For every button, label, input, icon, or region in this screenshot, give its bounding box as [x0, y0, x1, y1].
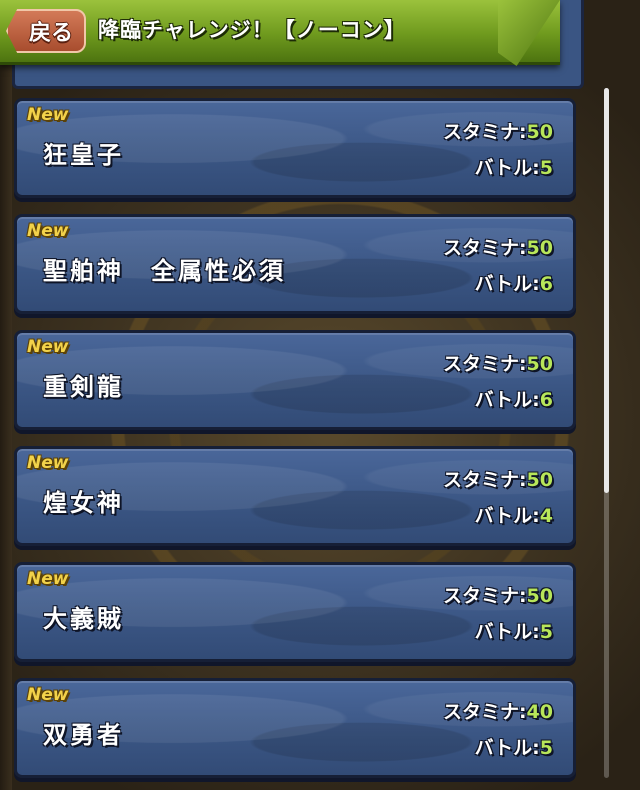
quest-card[interactable]: New 狂皇子 スタミナ:50 バトル:5: [14, 98, 576, 198]
page-title: 降臨チャレンジ！【ノーコン】: [98, 18, 406, 42]
quest-name: 重剣龍: [43, 373, 124, 401]
stamina-stat: スタミナ:50: [443, 349, 553, 376]
quest-name: 狂皇子: [43, 141, 124, 169]
battle-label: バトル:: [474, 505, 540, 527]
battle-value: 5: [539, 157, 553, 179]
back-button[interactable]: 戻る: [6, 9, 86, 53]
battle-stat: バトル:5: [475, 733, 553, 760]
stamina-stat: スタミナ:40: [443, 697, 553, 724]
stamina-label: スタミナ:: [442, 121, 527, 143]
new-badge: New: [27, 453, 69, 473]
battle-value: 5: [539, 621, 553, 643]
stamina-label: スタミナ:: [442, 469, 527, 491]
quest-card[interactable]: New 重剣龍 スタミナ:50 バトル:6: [14, 330, 576, 430]
quest-name: 大義賊: [43, 605, 124, 633]
scrollbar-thumb[interactable]: [604, 88, 609, 493]
battle-stat: バトル:5: [475, 617, 553, 644]
new-badge: New: [27, 569, 69, 589]
stamina-label: スタミナ:: [442, 237, 527, 259]
stamina-stat: スタミナ:50: [443, 465, 553, 492]
battle-label: バトル:: [474, 157, 540, 179]
quest-list: New 狂皇子 スタミナ:50 バトル:5 New 聖舶神 全属性必須 スタミナ…: [0, 0, 640, 790]
stamina-value: 40: [526, 701, 553, 723]
stamina-value: 50: [526, 121, 553, 143]
battle-value: 4: [539, 505, 553, 527]
battle-label: バトル:: [474, 389, 540, 411]
battle-value: 5: [539, 737, 553, 759]
battle-stat: バトル:4: [475, 501, 553, 528]
stamina-label: スタミナ:: [442, 585, 527, 607]
quest-name: 聖舶神 全属性必須: [43, 257, 286, 285]
stamina-value: 50: [526, 237, 553, 259]
quest-card[interactable]: New 双勇者 スタミナ:40 バトル:5: [14, 678, 576, 778]
battle-stat: バトル:6: [475, 269, 553, 296]
quest-card[interactable]: New 煌女神 スタミナ:50 バトル:4: [14, 446, 576, 546]
quest-name: 煌女神: [43, 489, 124, 517]
quest-card[interactable]: New 大義賊 スタミナ:50 バトル:5: [14, 562, 576, 662]
battle-value: 6: [539, 389, 553, 411]
new-badge: New: [27, 685, 69, 705]
stamina-stat: スタミナ:50: [443, 117, 553, 144]
battle-label: バトル:: [474, 737, 540, 759]
battle-stat: バトル:6: [475, 385, 553, 412]
stamina-value: 50: [526, 585, 553, 607]
stamina-stat: スタミナ:50: [443, 581, 553, 608]
stamina-label: スタミナ:: [442, 353, 527, 375]
stamina-label: スタミナ:: [442, 701, 527, 723]
battle-stat: バトル:5: [475, 153, 553, 180]
header-bar: 戻る 降臨チャレンジ！【ノーコン】: [0, 0, 560, 65]
quest-name: 双勇者: [43, 721, 124, 749]
new-badge: New: [27, 221, 69, 241]
quest-card[interactable]: New 聖舶神 全属性必須 スタミナ:50 バトル:6: [14, 214, 576, 314]
new-badge: New: [27, 105, 69, 125]
stamina-value: 50: [526, 353, 553, 375]
new-badge: New: [27, 337, 69, 357]
battle-label: バトル:: [474, 621, 540, 643]
battle-value: 6: [539, 273, 553, 295]
stamina-stat: スタミナ:50: [443, 233, 553, 260]
battle-label: バトル:: [474, 273, 540, 295]
stamina-value: 50: [526, 469, 553, 491]
